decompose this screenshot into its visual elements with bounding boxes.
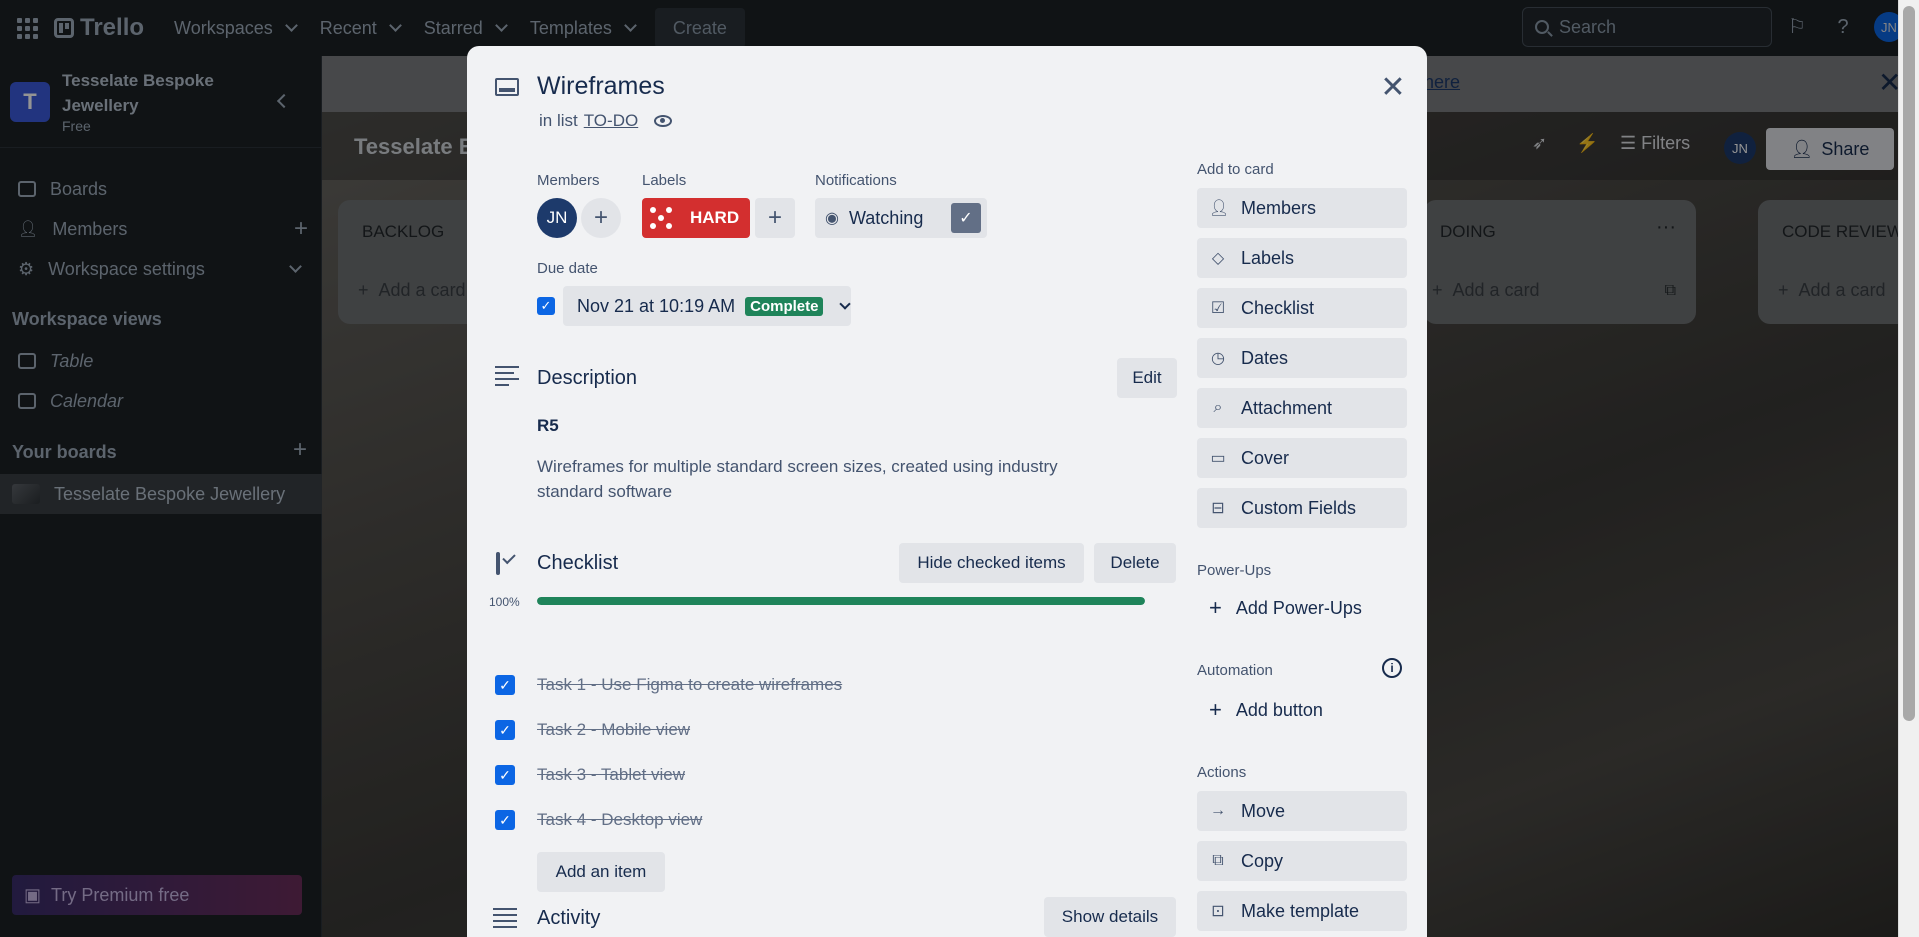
checkbox-icon: ☑	[1210, 300, 1226, 317]
in-list-prefix: in list	[539, 111, 578, 130]
description-heading: Description	[537, 367, 638, 389]
custom-fields-button[interactable]: ⊟ Custom Fields	[1197, 488, 1407, 528]
attachment-button[interactable]: ⌕ Attachment	[1197, 388, 1407, 428]
tag-icon: ◇	[1211, 250, 1225, 267]
list-link[interactable]: TO-DO	[584, 111, 638, 131]
close-icon[interactable]: ✕	[1377, 72, 1409, 104]
chevron-down-icon	[839, 297, 852, 310]
label-hard[interactable]: HARD	[642, 198, 750, 238]
delete-checklist-button[interactable]: Delete	[1094, 543, 1176, 583]
move-button[interactable]: → Move	[1197, 791, 1407, 831]
add-to-card-heading: Add to card	[1197, 161, 1274, 178]
add-button-label: Add button	[1235, 699, 1323, 720]
power-ups-heading: Power-Ups	[1197, 562, 1272, 579]
copy-icon: ⧉	[1212, 852, 1224, 869]
person-icon: 👤︎	[1209, 200, 1230, 217]
complete-badge: Complete	[745, 296, 824, 316]
automation-heading: Automation	[1197, 662, 1273, 679]
add-item-button[interactable]: Add an item	[537, 852, 665, 892]
watching-label: Watching	[848, 207, 924, 228]
template-icon: ⊡	[1211, 903, 1225, 920]
add-button-button[interactable]: + Add button	[1197, 690, 1407, 730]
eye-icon	[654, 115, 673, 127]
labels-label: Labels	[642, 172, 687, 189]
custom-fields-button-label: Custom Fields	[1241, 497, 1357, 518]
plus-icon: +	[1209, 697, 1222, 722]
checklist-item[interactable]: ✓ Task 3 - Tablet view	[495, 760, 1135, 790]
members-button-label: Members	[1241, 197, 1317, 218]
make-template-label: Make template	[1241, 900, 1360, 921]
plus-icon: +	[1209, 595, 1222, 620]
add-power-ups-label: Add Power-Ups	[1235, 597, 1362, 618]
due-complete-checkbox[interactable]: ✓	[537, 297, 555, 315]
activity-icon	[493, 908, 517, 928]
member-avatar[interactable]: JN	[537, 198, 577, 238]
card-detail-modal: Wireframes in list TO-DO ✕ Members JN + …	[467, 46, 1427, 937]
checkbox-checked[interactable]: ✓	[495, 675, 515, 695]
due-date-value: Nov 21 at 10:19 AM	[577, 295, 736, 316]
card-icon	[495, 78, 519, 96]
checkbox-checked[interactable]: ✓	[495, 720, 515, 740]
copy-button[interactable]: ⧉ Copy	[1197, 841, 1407, 881]
paperclip-icon: ⌕	[1213, 399, 1223, 416]
attachment-button-label: Attachment	[1241, 397, 1333, 418]
actions-heading: Actions	[1197, 764, 1247, 781]
info-icon[interactable]: i	[1382, 658, 1402, 678]
members-button[interactable]: 👤︎ Members	[1197, 188, 1407, 228]
label-text: HARD	[690, 208, 740, 227]
clock-icon: ◷	[1211, 350, 1225, 367]
labels-button-label: Labels	[1241, 247, 1295, 268]
activity-heading: Activity	[537, 907, 601, 929]
cover-button-label: Cover	[1241, 447, 1290, 468]
card-list-info: in list TO-DO	[539, 111, 673, 131]
description-body[interactable]: Wireframes for multiple standard screen …	[537, 454, 1097, 504]
checklist-heading: Checklist	[537, 552, 619, 574]
add-power-ups-button[interactable]: + Add Power-Ups	[1197, 588, 1407, 628]
checklist-item-text[interactable]: Task 1 - Use Figma to create wireframes	[537, 675, 842, 695]
notifications-label: Notifications	[815, 172, 897, 189]
members-label: Members	[537, 172, 600, 189]
dates-button-label: Dates	[1241, 347, 1289, 368]
checkbox-checked[interactable]: ✓	[495, 810, 515, 830]
dates-button[interactable]: ◷ Dates	[1197, 338, 1407, 378]
checklist-button[interactable]: ☑ Checklist	[1197, 288, 1407, 328]
checklist-percent: 100%	[489, 595, 520, 609]
watch-button[interactable]: ◉ Watching ✓	[815, 198, 987, 238]
checklist-item[interactable]: ✓ Task 1 - Use Figma to create wireframe…	[495, 670, 1135, 700]
add-label-button[interactable]: +	[755, 198, 795, 238]
description-icon	[495, 366, 519, 386]
make-template-button[interactable]: ⊡ Make template	[1197, 891, 1407, 931]
due-date-label: Due date	[537, 260, 598, 277]
checklist-item-text[interactable]: Task 4 - Desktop view	[537, 810, 702, 830]
cover-button[interactable]: ▭ Cover	[1197, 438, 1407, 478]
dice-icon	[648, 205, 674, 231]
checklist-item[interactable]: ✓ Task 2 - Mobile view	[495, 715, 1135, 745]
checklist-button-label: Checklist	[1241, 297, 1315, 318]
due-date-button[interactable]: Nov 21 at 10:19 AM Complete	[563, 286, 852, 326]
copy-button-label: Copy	[1241, 850, 1284, 871]
cover-icon: ▭	[1210, 450, 1226, 467]
progress-fill	[537, 597, 1145, 605]
checklist-item[interactable]: ✓ Task 4 - Desktop view	[495, 805, 1135, 835]
checkbox-checked[interactable]: ✓	[495, 765, 515, 785]
page-scrollbar[interactable]	[1898, 0, 1919, 937]
arrow-right-icon: →	[1210, 802, 1226, 819]
add-member-button[interactable]: +	[581, 198, 621, 238]
labels-button[interactable]: ◇ Labels	[1197, 238, 1407, 278]
description-title: R5	[537, 416, 559, 435]
checklist-progress-bar	[537, 597, 1145, 605]
hide-checked-button[interactable]: Hide checked items	[899, 543, 1084, 583]
check-icon: ✓	[951, 203, 981, 233]
checklist-icon	[496, 552, 500, 575]
scrollbar-thumb[interactable]	[1903, 6, 1915, 721]
checklist-item-text[interactable]: Task 3 - Tablet view	[537, 765, 685, 785]
move-button-label: Move	[1241, 800, 1286, 821]
card-title[interactable]: Wireframes	[537, 72, 665, 101]
checklist-item-text[interactable]: Task 2 - Mobile view	[537, 720, 690, 740]
eye-icon: ◉	[825, 210, 839, 227]
edit-description-button[interactable]: Edit	[1117, 358, 1177, 398]
custom-fields-icon: ⊟	[1211, 500, 1225, 517]
show-details-button[interactable]: Show details	[1044, 897, 1176, 937]
